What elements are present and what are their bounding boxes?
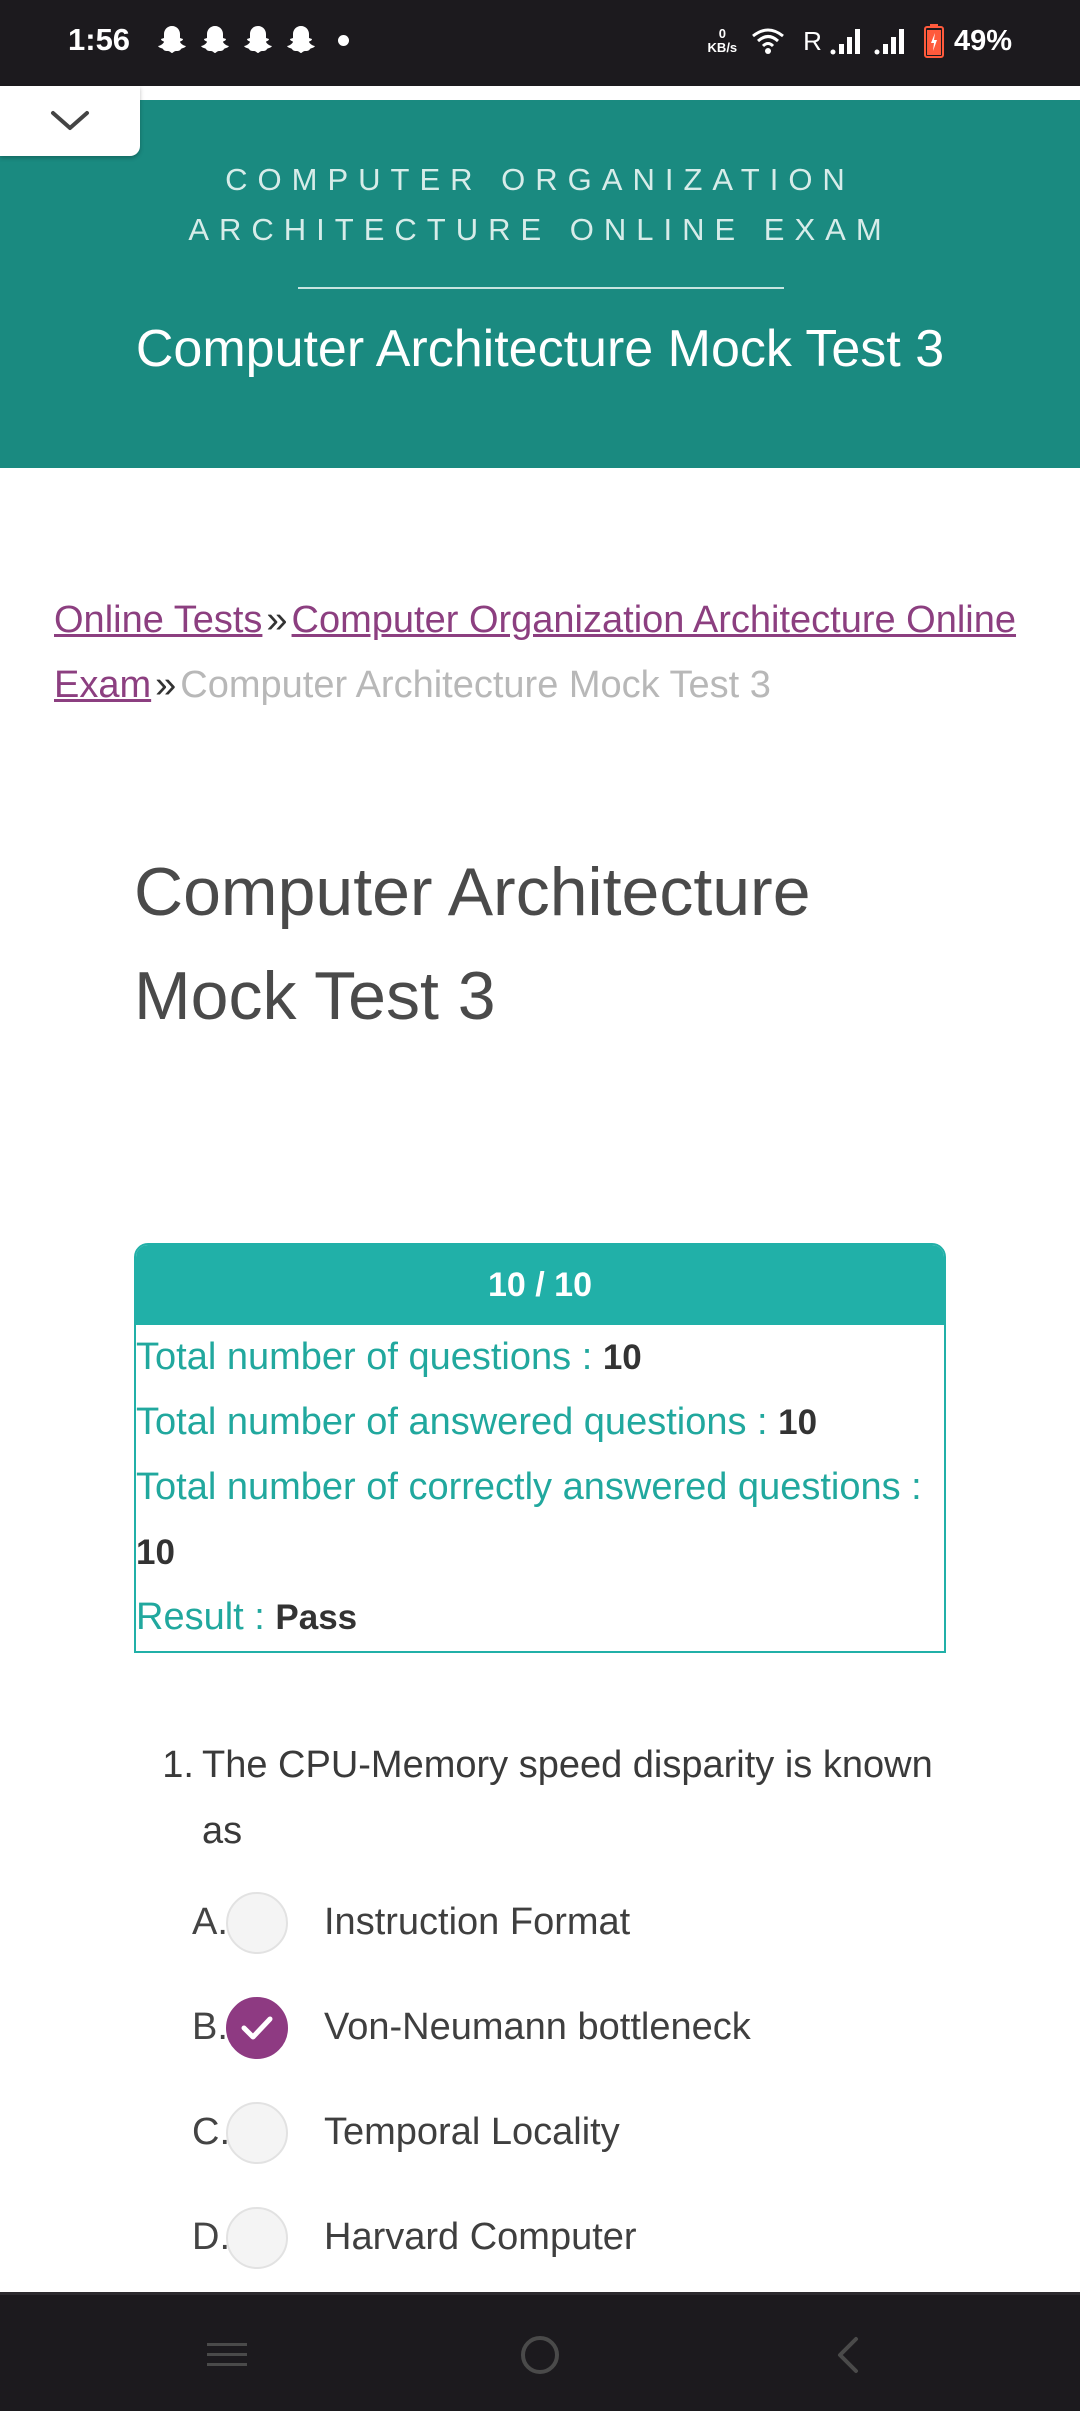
option-text: Temporal Locality xyxy=(324,2111,620,2153)
result-value: 10 xyxy=(602,1338,642,1377)
page-title: Computer Architecture Mock Test 3 xyxy=(134,854,811,1034)
result-details: Total number of questions : 10 Total num… xyxy=(136,1325,944,1650)
result-label: Total number of answered questions : xyxy=(136,1401,779,1443)
result-box: 10 / 10 Total number of questions : 10 T… xyxy=(134,1243,946,1653)
result-value: 10 xyxy=(136,1533,175,1572)
result-row: Total number of answered questions : 10 xyxy=(136,1390,944,1455)
status-time: 1:56 xyxy=(68,22,131,57)
radio-button-checked[interactable] xyxy=(226,1996,288,2059)
radio-button[interactable] xyxy=(226,2206,288,2269)
question-row: 1. The CPU-Memory speed disparity is kno… xyxy=(134,1732,954,1864)
network-speed: 0 KB/s xyxy=(708,27,738,55)
answer-options: A. Instruction Format B. Von-Neumann bot… xyxy=(134,1870,954,2290)
more-notifications-dot xyxy=(338,35,349,46)
recent-apps-button[interactable] xyxy=(197,2325,257,2385)
question-text: The CPU-Memory speed disparity is known … xyxy=(202,1744,933,1852)
radio-button[interactable] xyxy=(226,2101,288,2164)
signal-icon xyxy=(874,29,904,55)
result-label: Total number of questions : xyxy=(136,1336,603,1378)
breadcrumb: Online Tests» Computer Organization Archi… xyxy=(54,588,1034,718)
option-a[interactable]: A. Instruction Format xyxy=(134,1870,954,1975)
wifi-icon xyxy=(752,28,785,54)
option-text: Instruction Format xyxy=(324,1901,631,1943)
back-chevron-icon xyxy=(838,2337,858,2373)
system-navigation-bar xyxy=(0,2292,1080,2411)
roaming-indicator: R xyxy=(803,25,822,56)
breadcrumb-separator: » xyxy=(155,664,177,706)
result-value: Pass xyxy=(275,1598,358,1637)
result-row: Total number of questions : 10 xyxy=(136,1325,944,1390)
banner-divider xyxy=(298,287,784,289)
breadcrumb-current: Computer Architecture Mock Test 3 xyxy=(180,664,771,706)
home-button[interactable] xyxy=(510,2325,570,2385)
home-circle-icon xyxy=(521,2336,559,2374)
radio-button[interactable] xyxy=(226,1891,288,1954)
result-score: 10 / 10 xyxy=(136,1245,944,1325)
option-c[interactable]: C. Temporal Locality xyxy=(134,2080,954,2185)
status-bar: 1:56 0 KB/s R 49% xyxy=(0,0,1080,86)
back-button[interactable] xyxy=(820,2325,880,2385)
result-label: Total number of correctly answered quest… xyxy=(136,1466,922,1508)
option-letter: C. xyxy=(192,2111,230,2153)
network-speed-value: 0 xyxy=(718,26,726,41)
option-letter: D. xyxy=(192,2216,230,2258)
question-1: 1. The CPU-Memory speed disparity is kno… xyxy=(134,1732,954,2290)
chevron-down-icon xyxy=(51,111,89,130)
option-letter: B. xyxy=(192,2006,228,2048)
question-number: 1. xyxy=(162,1744,194,1786)
signal-icon xyxy=(830,29,860,55)
snapchat-icon xyxy=(244,26,272,53)
result-row: Result : Pass xyxy=(136,1585,944,1650)
collapse-header-button[interactable] xyxy=(0,86,140,156)
checkmark-icon xyxy=(241,2016,273,2039)
menu-icon xyxy=(207,2343,247,2366)
option-letter: A. xyxy=(192,1901,228,1943)
result-label: Result : xyxy=(136,1596,276,1638)
banner-category: COMPUTER ORGANIZATION ARCHITECTURE ONLIN… xyxy=(188,162,892,247)
snapchat-icon xyxy=(287,26,315,53)
breadcrumb-separator: » xyxy=(266,599,288,641)
notification-icons xyxy=(156,22,328,56)
option-text: Von-Neumann bottleneck xyxy=(324,2006,751,2048)
option-b[interactable]: B. Von-Neumann bottleneck xyxy=(134,1975,954,2080)
option-text: Harvard Computer xyxy=(324,2216,637,2258)
result-row: Total number of correctly answered quest… xyxy=(136,1455,944,1585)
option-d[interactable]: D. Harvard Computer xyxy=(134,2185,954,2290)
snapchat-icon xyxy=(158,26,186,53)
battery-percent: 49% xyxy=(953,24,1012,57)
breadcrumb-link-online-tests[interactable]: Online Tests xyxy=(54,599,262,641)
snapchat-icon xyxy=(201,26,229,53)
status-indicators: 0 KB/s R 49% xyxy=(708,18,1012,64)
banner-title: Computer Architecture Mock Test 3 xyxy=(135,320,945,378)
network-speed-unit: KB/s xyxy=(707,40,738,55)
result-value: 10 xyxy=(778,1403,818,1442)
battery-icon xyxy=(923,24,944,58)
